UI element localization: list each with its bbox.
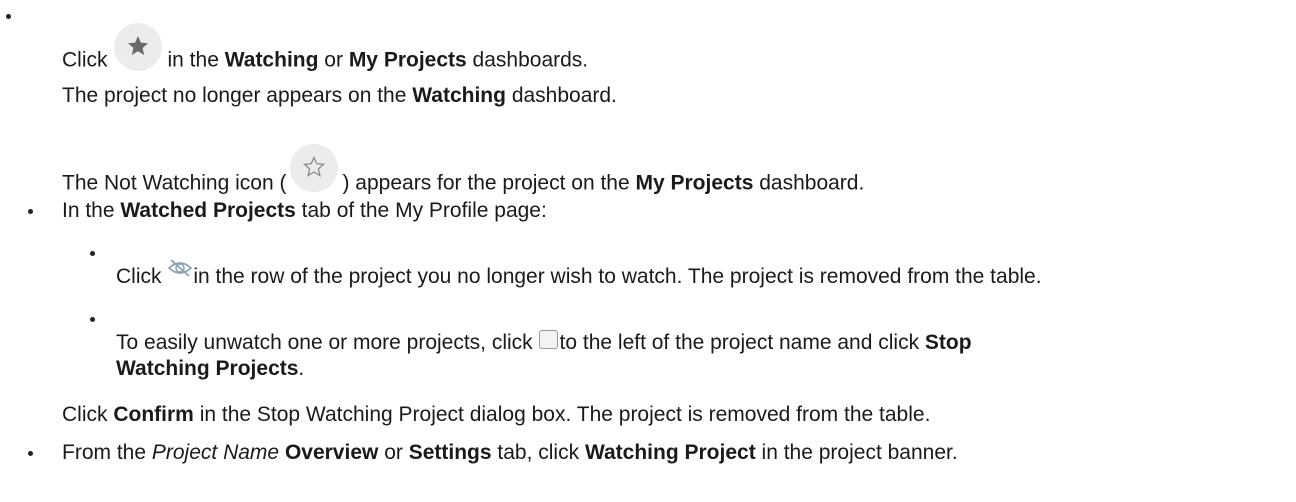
item1-line1-or: or: [324, 48, 343, 72]
item1-line3-suffix: dashboard.: [759, 171, 865, 195]
item1-line3-prefix: The Not Watching icon (: [62, 171, 287, 195]
item2-confirm-suffix: in the Stop Watching Project dialog box.…: [199, 403, 931, 426]
item1-line1-prefix: Click: [62, 48, 108, 72]
watching-label: Watching: [224, 48, 319, 72]
watched-projects-label: Watched Projects: [120, 199, 296, 222]
overview-label: Overview: [284, 441, 379, 464]
item1-line2-suffix: dashboard.: [511, 84, 617, 107]
item2-sub2-line1: To easily unwatch one or more projects, …: [116, 329, 972, 356]
my-projects-label: My Projects: [348, 48, 467, 72]
bullet-item-1: [6, 14, 11, 19]
watching-project-label: Watching Project: [584, 441, 756, 464]
item2-sub2-prefix: To easily unwatch one or more projects, …: [116, 331, 533, 354]
star-outline-icon: [290, 144, 339, 192]
bullet-sub-2: [90, 317, 95, 322]
stop-label: Stop: [924, 331, 972, 354]
item2-intro-suffix: tab of the My Profile page:: [301, 199, 547, 222]
item2-sub1-suffix: in the row of the project you no longer …: [193, 265, 1042, 288]
bullet-sub-1: [90, 251, 95, 256]
star-filled-icon: [113, 23, 162, 71]
item2-sub1: Click in the row of the project you no l…: [116, 259, 1042, 290]
watching-projects-label: Watching Projects: [116, 357, 299, 380]
item3-or: or: [384, 441, 403, 464]
watching-label-2: Watching: [412, 84, 506, 107]
item1-line1: Click in the Watching or My Projects dash…: [62, 23, 589, 85]
eye-slash-icon: [167, 258, 193, 278]
item3-prefix: From the: [62, 441, 147, 464]
item2-sub2-middle: to the left of the project name and clic…: [559, 331, 920, 354]
item2-intro-prefix: In the: [62, 199, 115, 222]
item1-line1-suffix: dashboards.: [472, 48, 589, 72]
item1-line1-middle: in the: [167, 48, 219, 72]
item2-confirm: Click Confirm in the Stop Watching Proje…: [62, 402, 930, 428]
bullet-item-3: [28, 451, 33, 456]
item3-line: From the Project Name Overview or Settin…: [62, 440, 958, 466]
item1-line3-middle: ) appears for the project on the: [342, 171, 630, 195]
confirm-label: Confirm: [113, 403, 194, 426]
item2-sub2-line2: Watching Projects.: [116, 356, 304, 382]
item3-suffix: in the project banner.: [761, 441, 958, 464]
item2-confirm-prefix: Click: [62, 403, 108, 426]
item2-sub1-prefix: Click: [116, 265, 162, 288]
item2-intro: In the Watched Projects tab of the My Pr…: [62, 198, 547, 224]
project-name-label: Project Name: [151, 441, 280, 464]
item2-sub2-end: .: [298, 357, 305, 380]
settings-label: Settings: [408, 441, 492, 464]
bullet-item-2: [28, 209, 33, 214]
item1-line2-prefix: The project no longer appears on the: [62, 84, 407, 107]
item3-middle: tab, click: [497, 441, 580, 464]
my-projects-label-2: My Projects: [635, 171, 754, 195]
item1-line2: The project no longer appears on the Wat…: [62, 83, 617, 109]
checkbox-icon: [538, 329, 558, 349]
